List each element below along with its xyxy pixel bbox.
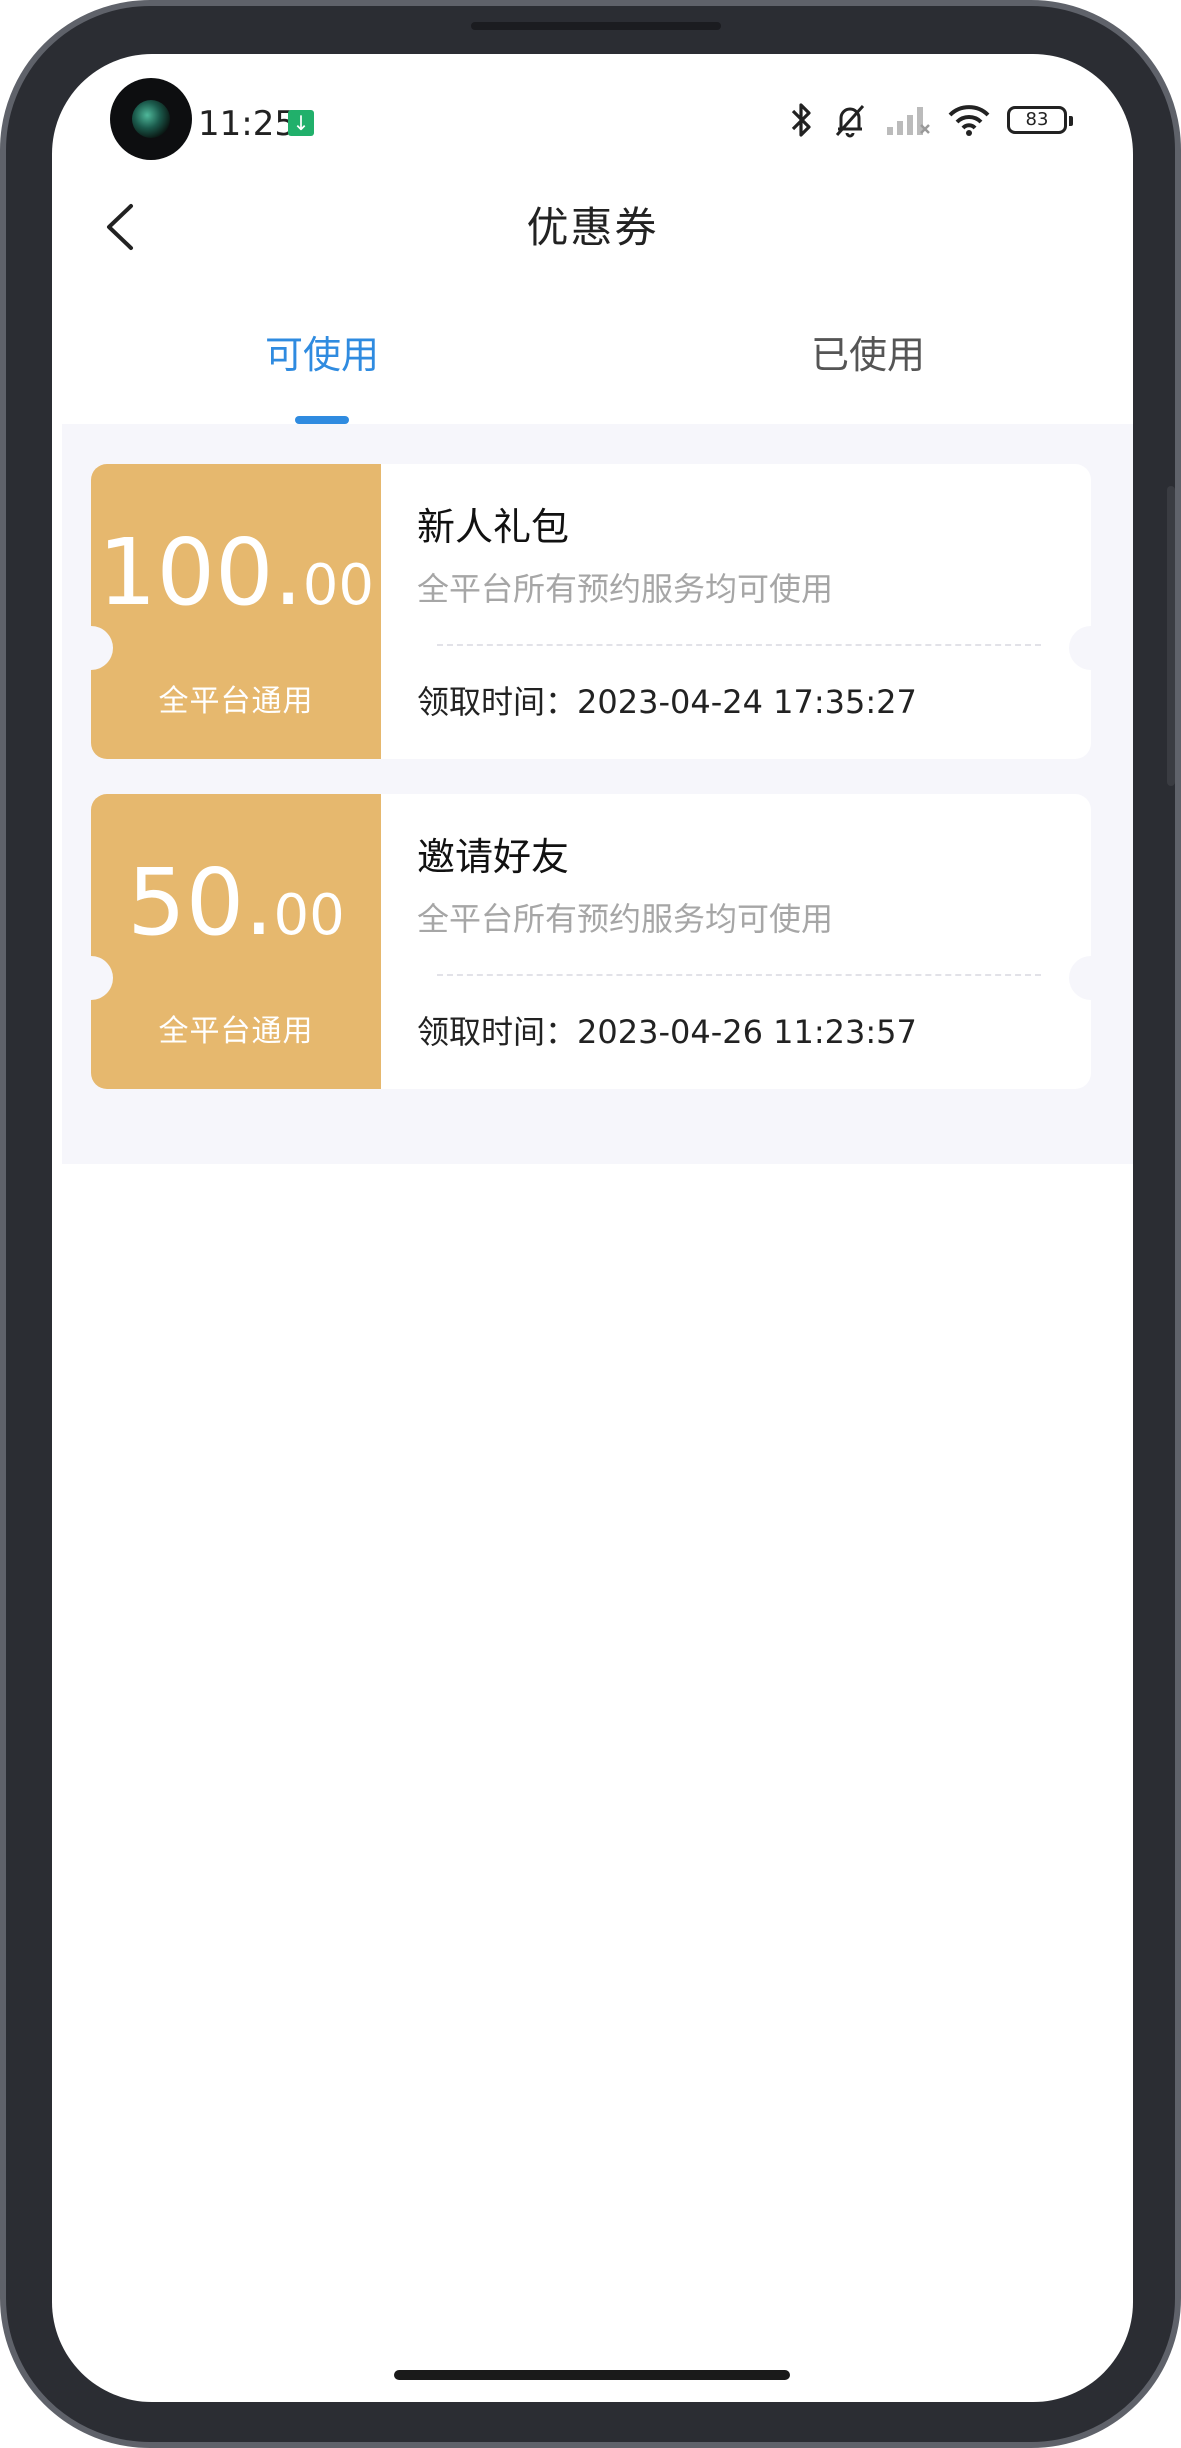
coupon-name: 邀请好友 — [417, 835, 570, 879]
coupon-amount-decimal: 00 — [302, 553, 375, 618]
coupon-description: 全平台所有预约服务均可使用 — [417, 900, 834, 938]
coupon-amount: 100.00 — [91, 519, 381, 626]
tab-active-indicator — [295, 416, 349, 424]
coupon-received-time: 领取时间：2023-04-24 17:35:27 — [417, 677, 917, 723]
front-camera — [110, 78, 192, 160]
mute-bell-icon — [831, 101, 869, 139]
dashed-divider — [437, 974, 1041, 976]
coupon-amount-integer: 50. — [127, 849, 274, 956]
phone-frame: 11:25 ↓ 83 优惠券 可使用 已使用 100.00 全平台通用 新人礼包… — [0, 0, 1181, 2448]
coupon-notch — [1069, 626, 1091, 670]
tab-used[interactable]: 已使用 — [718, 324, 1018, 379]
coupon-scope: 全平台通用 — [158, 684, 314, 719]
coupon-value-panel: 50.00 全平台通用 — [91, 794, 381, 1089]
status-icons: 83 — [789, 100, 1073, 140]
coupon-info-panel: 邀请好友 全平台所有预约服务均可使用 领取时间：2023-04-26 11:23… — [381, 794, 1091, 1089]
tab-available[interactable]: 可使用 — [172, 324, 472, 424]
battery-icon: 83 — [1007, 106, 1073, 134]
coupon-description: 全平台所有预约服务均可使用 — [417, 570, 834, 608]
received-value: 2023-04-24 17:35:27 — [577, 683, 917, 721]
camera-lens — [132, 100, 170, 138]
dashed-divider — [437, 644, 1041, 646]
signal-icon — [885, 103, 931, 137]
home-indicator[interactable] — [394, 2370, 790, 2380]
download-icon: ↓ — [288, 110, 314, 136]
received-value: 2023-04-26 11:23:57 — [577, 1013, 917, 1051]
coupon-amount-integer: 100. — [97, 519, 303, 626]
tab-label: 已使用 — [810, 333, 925, 377]
screen: 11:25 ↓ 83 优惠券 可使用 已使用 100.00 全平台通用 新人礼包… — [52, 54, 1133, 2402]
volume-button — [1167, 486, 1175, 786]
coupon-scope: 全平台通用 — [158, 1014, 314, 1049]
coupon-value-panel: 100.00 全平台通用 — [91, 464, 381, 759]
received-label: 领取时间： — [417, 683, 578, 721]
coupon-notch — [91, 626, 113, 670]
coupon-card[interactable]: 50.00 全平台通用 邀请好友 全平台所有预约服务均可使用 领取时间：2023… — [91, 794, 1091, 1089]
coupon-card[interactable]: 100.00 全平台通用 新人礼包 全平台所有预约服务均可使用 领取时间：202… — [91, 464, 1091, 759]
coupon-notch — [91, 956, 113, 1000]
wifi-icon — [947, 103, 991, 137]
coupon-notch — [1069, 956, 1091, 1000]
bluetooth-icon — [789, 101, 815, 139]
tab-label: 可使用 — [264, 333, 379, 377]
tab-bar: 可使用 已使用 — [52, 324, 1133, 424]
status-time: 11:25 — [198, 104, 296, 144]
coupon-received-time: 领取时间：2023-04-26 11:23:57 — [417, 1007, 917, 1053]
coupon-info-panel: 新人礼包 全平台所有预约服务均可使用 领取时间：2023-04-24 17:35… — [381, 464, 1091, 759]
page-title: 优惠券 — [526, 203, 659, 252]
coupon-amount: 50.00 — [91, 849, 381, 956]
coupon-list: 100.00 全平台通用 新人礼包 全平台所有预约服务均可使用 领取时间：202… — [62, 424, 1133, 1164]
speaker-grille — [471, 22, 721, 30]
received-label: 领取时间： — [417, 1013, 578, 1051]
coupon-name: 新人礼包 — [417, 505, 570, 549]
coupon-amount-decimal: 00 — [273, 883, 345, 948]
